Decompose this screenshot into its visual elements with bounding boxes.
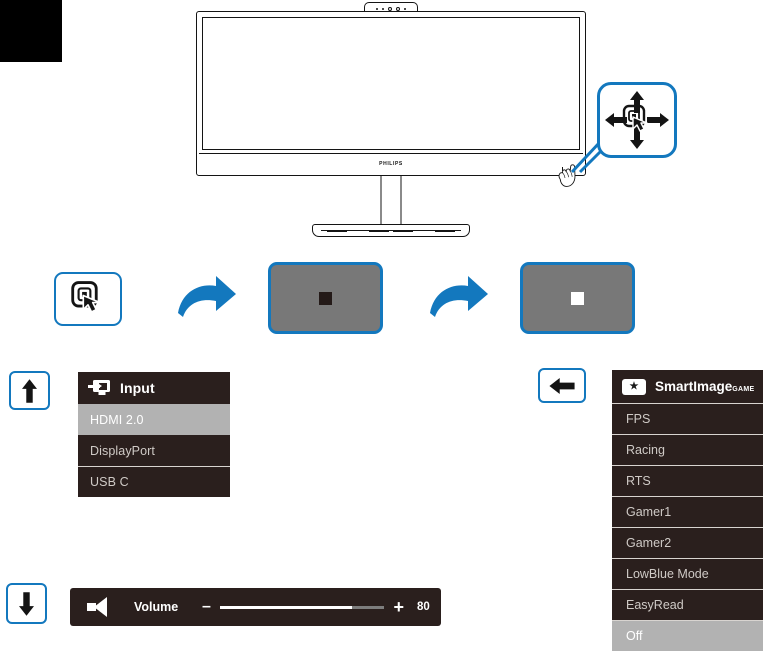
input-source-icon [88, 380, 110, 396]
osd-smartimage-item-rts[interactable]: RTS [612, 465, 763, 496]
osd-item-label: RTS [626, 474, 651, 488]
osd-item-label: DisplayPort [90, 443, 156, 458]
osd-indicator-square [319, 291, 332, 305]
illustration-canvas: PHILIPS Input HDMI 2.0 DisplayPort USB C… [0, 0, 763, 661]
osd-item-label: Racing [626, 443, 665, 457]
monitor-illustration: PHILIPS [196, 2, 586, 247]
osd-smartimage-item-gamer1[interactable]: Gamer1 [612, 496, 763, 527]
osd-smartimage-item-gamer2[interactable]: Gamer2 [612, 527, 763, 558]
osd-item-label: FPS [626, 412, 651, 426]
key-down-callout[interactable] [6, 583, 47, 624]
volume-increase-button[interactable]: + [393, 598, 404, 616]
arrow-up-icon [22, 378, 37, 403]
osd-item-label: EasyRead [626, 598, 684, 612]
volume-label: Volume [134, 600, 179, 614]
monitor-panel: PHILIPS [196, 11, 586, 176]
osd-item-label: Off [626, 629, 643, 643]
joystick-press-icon [622, 104, 648, 132]
osd-smartimage-item-off[interactable]: Off [612, 620, 763, 651]
star-icon: ★ [622, 378, 646, 395]
osd-smartimage-menu: ★ SmartImage GAME FPS Racing RTS Gamer1 G… [612, 370, 763, 651]
screen-dark-square [268, 262, 383, 334]
osd-item-label: Gamer2 [626, 536, 672, 550]
monitor-bezel-bottom: PHILIPS [199, 153, 583, 173]
corner-black-block [0, 0, 62, 62]
monitor-stand-base [312, 224, 470, 237]
osd-input-item-displayport[interactable]: DisplayPort [78, 435, 230, 466]
osd-smartimage-title: SmartImage [655, 379, 733, 394]
volume-value: 80 [417, 601, 430, 613]
monitor-stand-neck [380, 176, 402, 225]
philips-logo: PHILIPS [379, 160, 403, 167]
osd-item-label: LowBlue Mode [626, 567, 709, 581]
osd-item-label: Gamer1 [626, 505, 672, 519]
curved-arrow-right-icon [178, 276, 236, 317]
osd-smartimage-header: ★ SmartImage GAME [612, 370, 763, 403]
osd-smartimage-superscript: GAME [732, 386, 755, 393]
key-up-callout[interactable] [9, 371, 50, 410]
volume-slider-fill [219, 605, 352, 609]
arrow-left-icon [549, 377, 575, 394]
press-joystick-callout[interactable] [54, 272, 122, 326]
osd-input-header: Input [78, 372, 230, 404]
osd-input-item-hdmi[interactable]: HDMI 2.0 [78, 404, 230, 435]
osd-volume-bar: Volume – + 80 [70, 588, 441, 626]
osd-indicator-square [571, 291, 584, 305]
joystick-callout[interactable] [597, 82, 677, 158]
volume-slider[interactable] [219, 605, 385, 609]
arrow-down-icon [19, 591, 34, 616]
curved-arrow-right-icon [430, 276, 488, 317]
joystick-press-icon [71, 281, 101, 313]
osd-item-label: HDMI 2.0 [90, 412, 144, 427]
screen-light-square [520, 262, 635, 334]
osd-item-label: USB C [90, 475, 129, 489]
power-led-icon [561, 167, 563, 171]
key-back-callout[interactable] [538, 368, 586, 403]
monitor-screen [202, 17, 580, 150]
osd-smartimage-item-lowblue[interactable]: LowBlue Mode [612, 558, 763, 589]
osd-smartimage-item-fps[interactable]: FPS [612, 403, 763, 434]
osd-input-item-usbc[interactable]: USB C [78, 466, 230, 497]
speaker-icon [87, 597, 115, 617]
osd-smartimage-item-racing[interactable]: Racing [612, 434, 763, 465]
osd-input-menu: Input HDMI 2.0 DisplayPort USB C [78, 372, 230, 497]
osd-smartimage-item-easyread[interactable]: EasyRead [612, 589, 763, 620]
osd-input-title: Input [120, 380, 155, 396]
volume-decrease-button[interactable]: – [202, 599, 211, 615]
